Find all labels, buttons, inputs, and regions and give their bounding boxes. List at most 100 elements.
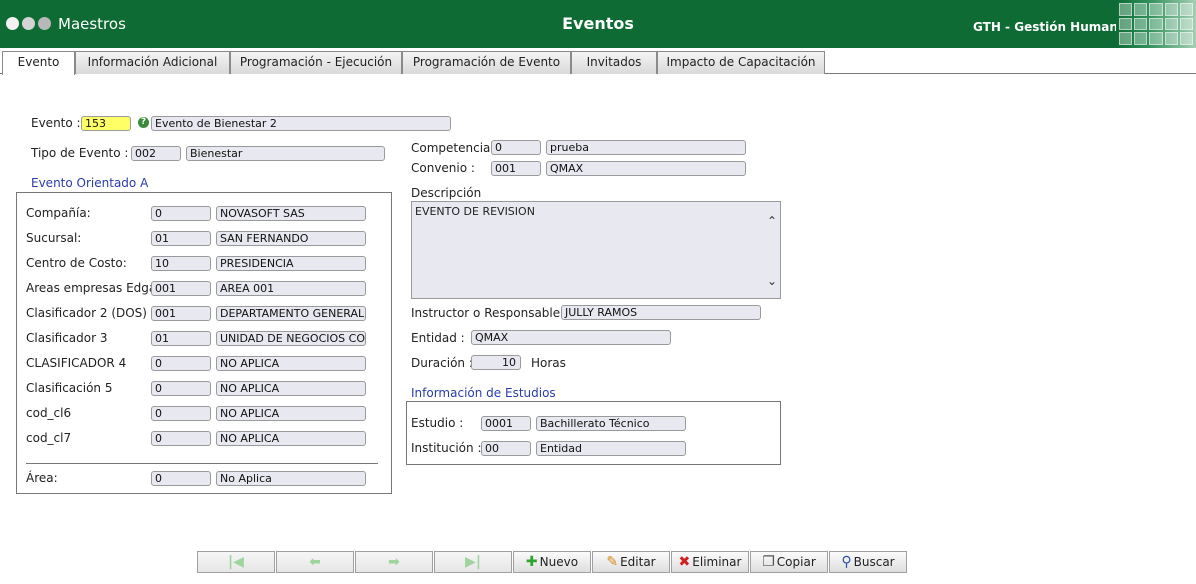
duracion-field[interactable]: 10 bbox=[471, 355, 521, 370]
institucion-name-field[interactable]: Entidad bbox=[536, 441, 686, 456]
nuevo-button[interactable]: ✚ Nuevo bbox=[513, 551, 591, 573]
orientado-name-field[interactable]: NO APLICA bbox=[216, 431, 366, 446]
orientado-code-field[interactable]: 0 bbox=[151, 206, 211, 221]
tab-invitados[interactable]: Invitados bbox=[571, 51, 657, 74]
last-record-icon: ▶| bbox=[465, 554, 481, 570]
tipo-evento-label: Tipo de Evento : bbox=[31, 146, 129, 160]
editar-button[interactable]: ✎ Editar bbox=[592, 551, 670, 573]
tab-programacion-ejecucion[interactable]: Programación - Ejecución bbox=[230, 51, 402, 74]
orientado-code-field[interactable]: 01 bbox=[151, 331, 211, 346]
orientado-name-field[interactable]: AREA 001 bbox=[216, 281, 366, 296]
convenio-label: Convenio : bbox=[411, 161, 475, 175]
orientado-code-field[interactable]: 0 bbox=[151, 356, 211, 371]
entidad-field[interactable]: QMAX bbox=[471, 330, 671, 345]
next-record-button[interactable]: ➡ bbox=[355, 551, 433, 573]
orientado-code-field[interactable]: 0 bbox=[151, 381, 211, 396]
orientado-name-field[interactable]: DEPARTAMENTO GENERAL bbox=[216, 306, 366, 321]
editar-label: Editar bbox=[620, 555, 656, 569]
competencia-label: Competencia : bbox=[411, 141, 499, 155]
orientado-name-field[interactable]: NO APLICA bbox=[216, 356, 366, 371]
orientado-name-field[interactable]: NO APLICA bbox=[216, 406, 366, 421]
orientado-name-field[interactable]: NO APLICA bbox=[216, 381, 366, 396]
duracion-unit: Horas bbox=[531, 356, 566, 370]
tipo-evento-name-field[interactable]: Bienestar bbox=[186, 146, 385, 161]
estudio-code-field[interactable]: 0001 bbox=[481, 416, 531, 431]
orientado-code-field[interactable]: 0 bbox=[151, 431, 211, 446]
institucion-label: Institución : bbox=[411, 441, 482, 455]
pencil-icon: ✎ bbox=[606, 554, 619, 570]
orientado-code-field[interactable]: 01 bbox=[151, 231, 211, 246]
orientado-name-field[interactable]: NOVASOFT SAS bbox=[216, 206, 366, 221]
orientado-row-label: Areas empresas Edgar bbox=[26, 281, 162, 295]
eliminar-label: Eliminar bbox=[692, 555, 742, 569]
orientado-name-field[interactable]: PRESIDENCIA bbox=[216, 256, 366, 271]
estudios-section-title: Información de Estudios bbox=[411, 386, 556, 400]
descripcion-textarea[interactable]: EVENTO DE REVISION ⌃ ⌄ bbox=[411, 201, 781, 299]
orientado-code-field[interactable]: 10 bbox=[151, 256, 211, 271]
area-code-field[interactable]: 0 bbox=[151, 471, 211, 486]
instructor-field[interactable]: JULLY RAMOS bbox=[561, 305, 761, 320]
orientado-row-label: CLASIFICADOR 4 bbox=[26, 356, 127, 370]
convenio-name-field[interactable]: QMAX bbox=[546, 161, 746, 176]
tab-evento[interactable]: Evento bbox=[2, 51, 75, 75]
orientado-row-label: Clasificador 3 bbox=[26, 331, 108, 345]
orientado-name-field[interactable]: UNIDAD DE NEGOCIOS COMERCIAL bbox=[216, 331, 366, 346]
area-label: Área: bbox=[26, 471, 58, 485]
evento-name-field[interactable]: Evento de Bienestar 2 bbox=[151, 116, 451, 131]
nuevo-label: Nuevo bbox=[539, 555, 579, 569]
copiar-label: Copiar bbox=[776, 555, 816, 569]
tab-bar: Evento Información Adicional Programació… bbox=[0, 48, 1196, 75]
arrow-right-icon: ➡ bbox=[388, 554, 400, 570]
plus-icon: ✚ bbox=[525, 554, 538, 570]
first-record-button[interactable]: |◀ bbox=[197, 551, 275, 573]
descripcion-label: Descripción bbox=[411, 186, 482, 200]
competencia-name-field[interactable]: prueba bbox=[546, 140, 746, 155]
orientado-row-label: cod_cl7 bbox=[26, 431, 72, 445]
search-icon: ⚲ bbox=[841, 554, 852, 570]
orientado-row-label: Sucursal: bbox=[26, 231, 82, 245]
evento-code-field[interactable]: 153 bbox=[81, 116, 131, 131]
estudio-label: Estudio : bbox=[411, 416, 464, 430]
last-record-button[interactable]: ▶| bbox=[434, 551, 512, 573]
tab-informacion-adicional[interactable]: Información Adicional bbox=[75, 51, 230, 74]
area-name-field[interactable]: No Aplica bbox=[216, 471, 366, 486]
arrow-left-icon: ⬅ bbox=[309, 554, 321, 570]
chevron-down-icon[interactable]: ⌄ bbox=[767, 274, 777, 288]
orientado-row-label: Compañía: bbox=[26, 206, 91, 220]
instructor-label: Instructor o Responsable : bbox=[411, 306, 568, 320]
convenio-code-field[interactable]: 001 bbox=[491, 161, 541, 176]
orientado-code-field[interactable]: 001 bbox=[151, 306, 211, 321]
orientado-section-title: Evento Orientado A bbox=[31, 176, 149, 190]
orientado-name-field[interactable]: SAN FERNANDO bbox=[216, 231, 366, 246]
competencia-code-field[interactable]: 0 bbox=[491, 140, 541, 155]
tab-programacion-evento[interactable]: Programación de Evento bbox=[402, 51, 571, 74]
orientado-row-label: Clasificación 5 bbox=[26, 381, 113, 395]
delete-x-icon: ✖ bbox=[678, 554, 691, 570]
descripcion-text: EVENTO DE REVISION bbox=[415, 205, 535, 218]
orientado-row-label: Centro de Costo: bbox=[26, 256, 127, 270]
copy-icon: ❐ bbox=[762, 554, 775, 570]
help-icon[interactable]: ? bbox=[138, 117, 149, 128]
tab-impacto-capacitacion[interactable]: Impacto de Capacitación bbox=[657, 51, 825, 74]
buscar-button[interactable]: ⚲ Buscar bbox=[829, 551, 907, 573]
entidad-label: Entidad : bbox=[411, 331, 465, 345]
app-header: Maestros Eventos GTH - Gestión Humana bbox=[0, 0, 1196, 48]
brand-people-icon bbox=[1116, 0, 1196, 48]
previous-record-button[interactable]: ⬅ bbox=[276, 551, 354, 573]
orientado-row-label: Clasificador 2 (DOS) bbox=[26, 306, 147, 320]
tipo-evento-code-field[interactable]: 002 bbox=[131, 146, 181, 161]
orientado-code-field[interactable]: 0 bbox=[151, 406, 211, 421]
buscar-label: Buscar bbox=[853, 555, 895, 569]
institucion-code-field[interactable]: 00 bbox=[481, 441, 531, 456]
eliminar-button[interactable]: ✖ Eliminar bbox=[671, 551, 749, 573]
duracion-label: Duración : bbox=[411, 356, 473, 370]
copiar-button[interactable]: ❐ Copiar bbox=[750, 551, 828, 573]
orientado-row-label: cod_cl6 bbox=[26, 406, 72, 420]
evento-label: Evento : bbox=[31, 116, 81, 130]
orientado-divider bbox=[26, 463, 378, 464]
first-record-icon: |◀ bbox=[228, 554, 244, 570]
brand-name: GTH - Gestión Humana bbox=[973, 20, 1126, 34]
chevron-up-icon[interactable]: ⌃ bbox=[767, 214, 777, 228]
estudio-name-field[interactable]: Bachillerato Técnico bbox=[536, 416, 686, 431]
orientado-code-field[interactable]: 001 bbox=[151, 281, 211, 296]
